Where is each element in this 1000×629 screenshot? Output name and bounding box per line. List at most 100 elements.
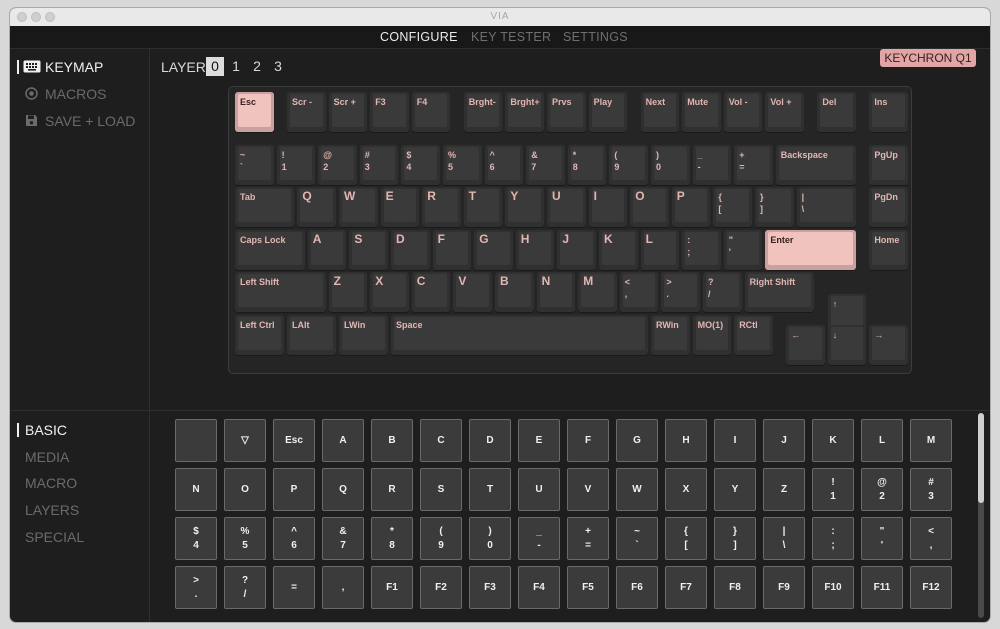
layer-2-button[interactable]: 2 — [248, 57, 266, 76]
palette-key-w[interactable]: W — [616, 468, 658, 511]
category-macro[interactable]: MACRO — [25, 475, 77, 491]
key-pgup[interactable]: PgUp — [869, 145, 908, 185]
palette-key-8[interactable]: * 8 — [371, 517, 413, 560]
palette-key-f3[interactable]: F3 — [469, 566, 511, 609]
palette-key-t[interactable]: T — [469, 468, 511, 511]
key-symbol[interactable]: : ; — [682, 230, 721, 270]
palette-key-r[interactable]: R — [371, 468, 413, 511]
key-symbol[interactable]: → — [869, 325, 908, 365]
palette-key-f1[interactable]: F1 — [371, 566, 413, 609]
key-rctl[interactable]: RCtl — [734, 315, 773, 355]
palette-key-symbol[interactable]: ▽ — [224, 419, 266, 462]
key-symbol[interactable]: ↓ — [827, 325, 867, 365]
palette-key-symbol[interactable]: ~ ` — [616, 517, 658, 560]
key-3[interactable]: # 3 — [359, 145, 399, 185]
key-t[interactable]: T — [463, 187, 503, 227]
key-5[interactable]: % 5 — [443, 145, 482, 185]
palette-key-i[interactable]: I — [714, 419, 756, 462]
palette-key-4[interactable]: $ 4 — [175, 517, 217, 560]
key-ins[interactable]: Ins — [869, 92, 908, 132]
key-0[interactable]: ) 0 — [651, 145, 690, 185]
tab-configure[interactable]: CONFIGURE — [380, 30, 458, 44]
palette-key-c[interactable]: C — [420, 419, 462, 462]
palette-key-symbol[interactable]: { [ — [665, 517, 707, 560]
key-left-ctrl[interactable]: Left Ctrl — [235, 315, 284, 355]
key-x[interactable]: X — [370, 272, 409, 312]
key-lwin[interactable]: LWin — [339, 315, 388, 355]
palette-key-m[interactable]: M — [910, 419, 952, 462]
key-h[interactable]: H — [515, 230, 555, 270]
key-9[interactable]: ( 9 — [609, 145, 648, 185]
palette-key-symbol[interactable]: + = — [567, 517, 609, 560]
key-e[interactable]: E — [380, 187, 420, 227]
palette-key-f7[interactable]: F7 — [665, 566, 707, 609]
key-z[interactable]: Z — [328, 272, 368, 312]
key-scr[interactable]: Scr - — [287, 92, 326, 132]
key-symbol[interactable]: " ' — [723, 230, 763, 270]
palette-key-3[interactable]: # 3 — [910, 468, 952, 511]
key-lalt[interactable]: LAlt — [287, 315, 336, 355]
key-pgdn[interactable]: PgDn — [869, 187, 908, 227]
key-caps-lock[interactable]: Caps Lock — [235, 230, 305, 270]
key-4[interactable]: $ 4 — [401, 145, 440, 185]
key-7[interactable]: & 7 — [526, 145, 565, 185]
palette-key-symbol[interactable]: > . — [175, 566, 217, 609]
palette-key-k[interactable]: K — [812, 419, 854, 462]
key-l[interactable]: L — [640, 230, 680, 270]
key-u[interactable]: U — [547, 187, 586, 227]
palette-key-1[interactable]: ! 1 — [812, 468, 854, 511]
palette-key-e[interactable]: E — [518, 419, 560, 462]
key-q[interactable]: Q — [297, 187, 336, 227]
tab-key-tester[interactable]: KEY TESTER — [471, 30, 551, 44]
key-symbol[interactable]: ← — [786, 325, 825, 365]
key-enter[interactable]: Enter — [765, 230, 856, 270]
sidebar-item-macros[interactable]: MACROS — [45, 86, 106, 102]
palette-key-q[interactable]: Q — [322, 468, 364, 511]
key-f[interactable]: F — [432, 230, 472, 270]
key-f3[interactable]: F3 — [370, 92, 409, 132]
palette-key-o[interactable]: O — [224, 468, 266, 511]
category-basic[interactable]: BASIC — [25, 422, 67, 438]
sidebar-item-save-load[interactable]: SAVE + LOAD — [45, 113, 135, 129]
key-symbol[interactable]: { [ — [713, 187, 752, 227]
key-symbol[interactable]: } ] — [755, 187, 794, 227]
palette-key-f9[interactable]: F9 — [763, 566, 805, 609]
key-symbol[interactable]: < , — [619, 272, 659, 312]
palette-key-j[interactable]: J — [763, 419, 805, 462]
key-d[interactable]: D — [391, 230, 430, 270]
key-2[interactable]: @ 2 — [318, 145, 357, 185]
palette-key-symbol[interactable]: = — [273, 566, 315, 609]
palette-key-f6[interactable]: F6 — [616, 566, 658, 609]
key-home[interactable]: Home — [869, 230, 908, 270]
key-k[interactable]: K — [599, 230, 638, 270]
key-del[interactable]: Del — [817, 92, 856, 132]
palette-key-f10[interactable]: F10 — [812, 566, 854, 609]
category-special[interactable]: SPECIAL — [25, 529, 84, 545]
key-symbol[interactable]: ? / — [703, 272, 742, 312]
key-symbol[interactable]: | \ — [796, 187, 856, 227]
palette-key-f5[interactable]: F5 — [567, 566, 609, 609]
key-vol[interactable]: Vol - — [723, 92, 763, 132]
key-p[interactable]: P — [671, 187, 711, 227]
sidebar-item-keymap[interactable]: KEYMAP — [45, 59, 103, 75]
key-tab[interactable]: Tab — [235, 187, 295, 227]
key-symbol[interactable]: ~ ` — [235, 145, 274, 185]
palette-key-esc[interactable]: Esc — [273, 419, 315, 462]
key-brght[interactable]: Brght- — [463, 92, 503, 132]
key-brght[interactable]: Brght+ — [505, 92, 544, 132]
palette-key-p[interactable]: P — [273, 468, 315, 511]
palette-key-a[interactable]: A — [322, 419, 364, 462]
palette-key-b[interactable]: B — [371, 419, 413, 462]
palette-key-blank[interactable] — [175, 419, 217, 462]
key-g[interactable]: G — [474, 230, 513, 270]
palette-key-symbol[interactable]: ? / — [224, 566, 266, 609]
palette-key-f11[interactable]: F11 — [861, 566, 903, 609]
key-mute[interactable]: Mute — [682, 92, 721, 132]
key-w[interactable]: W — [339, 187, 378, 227]
palette-key-symbol[interactable]: : ; — [812, 517, 854, 560]
key-a[interactable]: A — [307, 230, 347, 270]
palette-key-symbol[interactable]: | \ — [763, 517, 805, 560]
palette-scrollbar-thumb[interactable] — [978, 413, 984, 503]
palette-key-symbol[interactable]: < , — [910, 517, 952, 560]
palette-key-symbol[interactable]: " ' — [861, 517, 903, 560]
